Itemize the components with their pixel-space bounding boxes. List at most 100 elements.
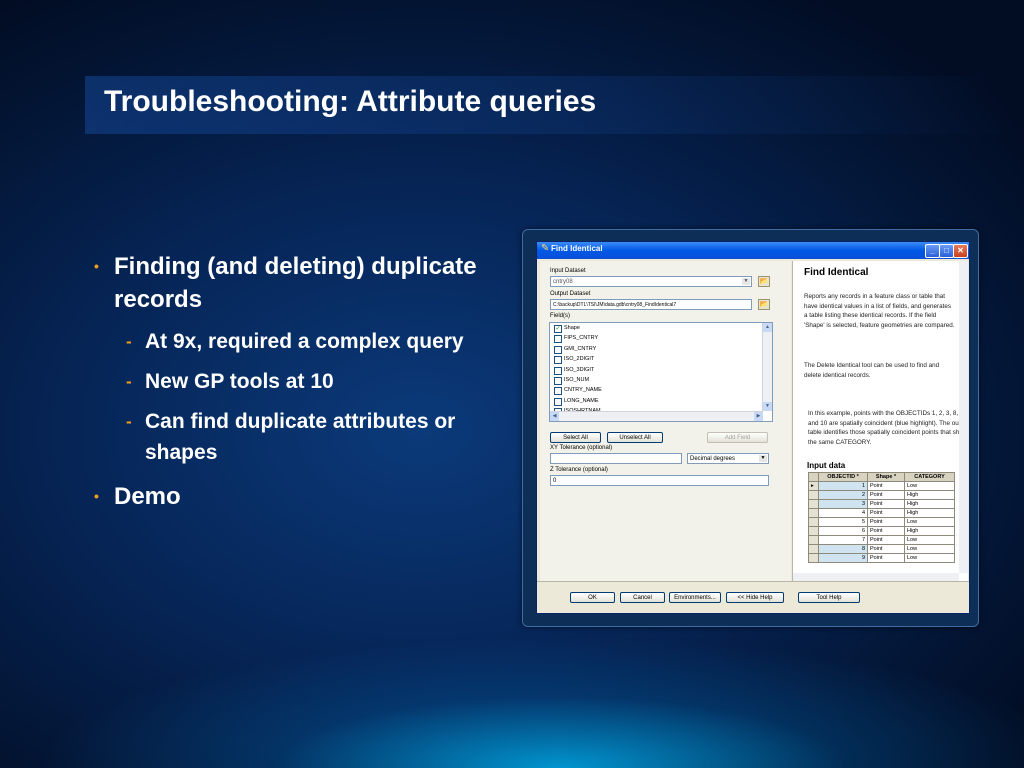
fields-label: Field(s) <box>550 313 571 319</box>
sub-bullet-text: Can find duplicate attributes or shapes <box>145 410 456 464</box>
checkbox-icon[interactable] <box>554 356 562 365</box>
row-selector <box>808 553 819 563</box>
z-tolerance-label: Z Tolerance (optional) <box>550 467 608 473</box>
table-cell: Point <box>867 535 905 545</box>
row-selector <box>808 508 819 518</box>
field-list-item[interactable]: ISO_2DIGIT <box>550 354 772 365</box>
field-list-item[interactable]: FIPS_CNTRY <box>550 333 772 344</box>
dialog-titlebar[interactable]: ✎ Find Identical _ □ ✕ <box>537 242 969 259</box>
row-selector <box>808 535 819 545</box>
table-cell: Low <box>904 481 955 491</box>
table-cell: 6 <box>818 526 868 536</box>
table-cell: Low <box>904 553 955 563</box>
help-paragraph: Reports any records in a feature class o… <box>804 293 955 330</box>
cancel-button[interactable]: Cancel <box>620 592 665 603</box>
checkbox-icon[interactable] <box>554 366 562 375</box>
checkbox-icon[interactable] <box>554 376 562 385</box>
table-cell: Low <box>904 517 955 527</box>
table-row: 3 Point High <box>808 499 955 509</box>
table-cell: High <box>904 490 955 500</box>
field-name: ISO_3DIGIT <box>564 366 595 373</box>
table-cell: 8 <box>818 544 868 554</box>
checkbox-icon[interactable] <box>554 335 562 344</box>
table-cell: 2 <box>818 490 868 500</box>
row-selector <box>808 499 819 509</box>
slide: Troubleshooting: Attribute queries • Fin… <box>0 0 1024 768</box>
field-name: Shape <box>564 325 580 331</box>
table-row: ▸ 1 Point Low <box>808 481 955 491</box>
maximize-button[interactable]: □ <box>939 244 954 258</box>
folder-browse-icon[interactable]: 📂 <box>758 276 770 287</box>
field-list-item[interactable]: ISO_NUM <box>550 375 772 385</box>
select-all-button[interactable]: Select All <box>550 432 601 443</box>
field-name: ISO_2DIGIT <box>564 356 595 363</box>
output-dataset-label: Output Dataset <box>550 291 591 297</box>
row-selector <box>808 517 819 527</box>
tool-help-button[interactable]: Tool Help <box>798 592 860 603</box>
field-list-item[interactable]: ISO_3DIGIT <box>550 365 772 375</box>
scroll-down-icon[interactable]: ▼ <box>763 402 772 411</box>
table-cell: 1 <box>818 481 868 491</box>
table-cell: High <box>904 526 955 536</box>
checkbox-checked-icon[interactable]: ✓ <box>554 325 562 333</box>
table-cell: 9 <box>818 553 868 563</box>
table-cell: Point <box>867 526 905 536</box>
folder-browse-icon[interactable]: 📂 <box>758 299 770 310</box>
help-paragraph: The Delete Identical tool can be used to… <box>804 362 940 379</box>
help-panel: Find Identical Reports any records in a … <box>792 261 968 581</box>
field-list-item[interactable]: ✓ Shape <box>550 323 772 333</box>
row-selector <box>808 490 819 500</box>
fields-list: ✓ Shape FIPS_CNTRY GMI_CNTRY ISO_2DIGIT ISO_3… <box>549 322 773 422</box>
field-list-item[interactable]: CNTRY_NAME <box>550 385 772 396</box>
tool-icon: ✎ <box>541 243 550 254</box>
vertical-scrollbar[interactable]: ▲ ▼ <box>762 323 772 411</box>
output-dataset-input[interactable]: C:\backup\DTL\TSI\JM\data.gdb\cntry08_Fi… <box>550 299 752 310</box>
add-field-button[interactable]: Add Field <box>707 432 768 443</box>
ok-button[interactable]: OK <box>570 592 615 603</box>
scroll-left-icon[interactable]: ◀ <box>550 412 559 421</box>
checkbox-icon[interactable] <box>554 397 562 406</box>
row-selector: ▸ <box>808 481 819 491</box>
dash-icon: - <box>126 372 132 391</box>
help-vertical-scrollbar[interactable] <box>959 261 968 573</box>
dialog-title: Find Identical <box>551 244 603 253</box>
xy-tolerance-unit-select[interactable]: Decimal degrees ▼ <box>687 453 769 464</box>
environments-button[interactable]: Environments... <box>669 592 721 603</box>
table-cell: Low <box>904 544 955 554</box>
chevron-down-icon: ▼ <box>742 278 750 285</box>
scroll-right-icon[interactable]: ▶ <box>754 412 763 421</box>
table-cell: High <box>904 499 955 509</box>
field-name: GMI_CNTRY <box>564 345 597 352</box>
checkbox-icon[interactable] <box>554 387 562 396</box>
close-button[interactable]: ✕ <box>953 244 968 258</box>
sub-bullet-text: New GP tools at 10 <box>145 370 334 393</box>
table-cell: Point <box>867 481 905 491</box>
unselect-all-button[interactable]: Unselect All <box>607 432 663 443</box>
input-dataset-select[interactable]: cntry08 ▼ <box>550 276 752 287</box>
hide-help-button[interactable]: << Hide Help <box>726 592 784 603</box>
row-selector <box>808 544 819 554</box>
table-cell: 3 <box>818 499 868 509</box>
table-row: 8 Point Low <box>808 544 955 554</box>
horizontal-scrollbar[interactable]: ◀ ▶ <box>550 411 763 421</box>
table-cell: Point <box>867 508 905 518</box>
bullet-item: • Demo <box>94 480 494 513</box>
sub-bullet-item: - Can find duplicate attributes or shape… <box>94 406 494 468</box>
input-data-table: OBJECTID * Shape * CATEGORY ▸ 1 Point Low 2 P… <box>808 472 955 563</box>
table-row: 6 Point High <box>808 526 955 536</box>
chevron-down-icon: ▼ <box>759 455 767 462</box>
minimize-button[interactable]: _ <box>925 244 940 258</box>
xy-tolerance-input[interactable] <box>550 453 682 464</box>
table-row: 2 Point High <box>808 490 955 500</box>
checkbox-icon[interactable] <box>554 345 562 354</box>
scroll-up-icon[interactable]: ▲ <box>763 323 772 332</box>
field-list-item[interactable]: GMI_CNTRY <box>550 344 772 354</box>
sub-bullet-item: - New GP tools at 10 <box>94 366 494 397</box>
row-selector-header <box>808 472 819 482</box>
bullet-icon: • <box>94 258 99 274</box>
field-list-item[interactable]: LONG_NAME <box>550 396 772 406</box>
help-horizontal-scrollbar[interactable] <box>793 573 959 581</box>
field-name: LONG_NAME <box>564 397 599 404</box>
xy-tolerance-unit: Decimal degrees <box>690 456 736 462</box>
z-tolerance-input[interactable]: 0 <box>550 475 769 486</box>
